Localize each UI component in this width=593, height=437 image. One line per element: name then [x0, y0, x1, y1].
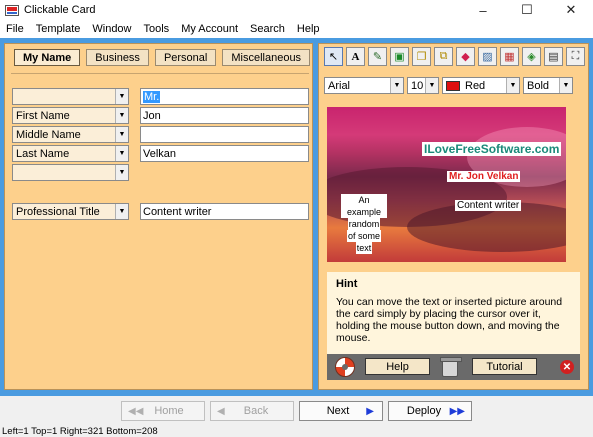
chevron-down-icon[interactable]: ▼	[425, 78, 438, 93]
frame-icon[interactable]: ▤	[544, 47, 563, 66]
field-label-select[interactable]: Middle Name ▼	[12, 126, 129, 143]
hint-box: Hint You can move the text or inserted p…	[327, 272, 580, 354]
app-icon	[5, 4, 19, 16]
field-row-professional-title: Professional Title ▼ Content writer	[12, 203, 309, 220]
tab-business[interactable]: Business	[86, 49, 149, 66]
card-preview[interactable]: ILoveFreeSoftware.com Mr. Jon Velkan Con…	[327, 107, 566, 262]
lifebuoy-icon[interactable]	[335, 357, 355, 377]
field-label-select[interactable]: First Name ▼	[12, 107, 129, 124]
double-left-arrow-icon: ◀◀	[128, 405, 144, 417]
hint-title: Hint	[336, 278, 358, 290]
tab-personal[interactable]: Personal	[154, 49, 217, 66]
chevron-down-icon[interactable]: ▼	[115, 165, 128, 180]
card-panel: ↖ A ✎ ▣ ❐ ⧉ ◆ ▨ ▦ ◈ ▤ ⛶ Arial ▼ 10 ▼ Red…	[318, 43, 589, 390]
menu-search[interactable]: Search	[244, 23, 291, 35]
card-example-text[interactable]: An example random of some text	[341, 194, 387, 254]
maximize-button[interactable]: ☐	[505, 0, 549, 20]
chevron-down-icon[interactable]: ▼	[506, 78, 519, 93]
chevron-down-icon[interactable]: ▼	[115, 89, 128, 104]
color-swatch	[446, 80, 460, 91]
field-label-select[interactable]: ▼	[12, 164, 129, 181]
double-right-arrow-icon: ▶▶	[449, 405, 465, 417]
picture-icon[interactable]: ▨	[478, 47, 497, 66]
font-size-select[interactable]: 10 ▼	[407, 77, 439, 94]
category-tabs: My Name Business Personal Miscellaneous	[14, 49, 311, 66]
close-button[interactable]: ✕	[549, 0, 593, 20]
field-label-select[interactable]: Professional Title ▼	[12, 203, 129, 220]
color-grid-icon[interactable]: ▦	[500, 47, 519, 66]
menu-template[interactable]: Template	[30, 23, 87, 35]
divider	[11, 73, 309, 74]
field-row-last-name: Last Name ▼ Velkan	[12, 145, 309, 162]
home-button[interactable]: ◀◀ Home	[121, 401, 205, 421]
tutorial-button[interactable]: Tutorial	[472, 358, 537, 375]
field-row-middle-name: Middle Name ▼	[12, 126, 309, 143]
edit-toolbar: ↖ A ✎ ▣ ❐ ⧉ ◆ ▨ ▦ ◈ ▤ ⛶	[324, 47, 585, 66]
menu-tools[interactable]: Tools	[138, 23, 176, 35]
last-name-input[interactable]: Velkan	[140, 145, 309, 162]
field-row-title: ▼ Mr.	[12, 88, 309, 105]
card-website-text[interactable]: ILoveFreeSoftware.com	[422, 142, 562, 156]
title-bar: Clickable Card – ☐ ✕	[0, 0, 593, 20]
menu-window[interactable]: Window	[86, 23, 137, 35]
wizard-nav: ◀◀ Home ◀ Back Next ▶ Deploy ▶▶	[0, 396, 593, 426]
chevron-down-icon[interactable]: ▼	[115, 127, 128, 142]
card-name-text[interactable]: Mr. Jon Velkan	[447, 171, 521, 182]
font-family-select[interactable]: Arial ▼	[324, 77, 404, 94]
chevron-down-icon[interactable]: ▼	[115, 108, 128, 123]
window-title: Clickable Card	[24, 4, 96, 16]
chevron-down-icon[interactable]: ▼	[115, 204, 128, 219]
hint-bottom-bar: Help Tutorial ✕	[327, 354, 580, 380]
edit-icon[interactable]: ✎	[368, 47, 387, 66]
expand-icon[interactable]: ⛶	[566, 47, 585, 66]
window-controls: – ☐ ✕	[461, 0, 593, 20]
field-row-first-name: First Name ▼ Jon	[12, 107, 309, 124]
minimize-button[interactable]: –	[461, 0, 505, 20]
text-icon[interactable]: A	[346, 47, 365, 66]
status-bar: Left=1 Top=1 Right=321 Bottom=208	[0, 426, 593, 437]
layers-icon[interactable]: ▣	[390, 47, 409, 66]
tab-miscellaneous[interactable]: Miscellaneous	[222, 49, 311, 66]
paste-icon[interactable]: ⧉	[434, 47, 453, 66]
right-arrow-icon: ▶	[366, 405, 374, 417]
chevron-down-icon[interactable]: ▼	[115, 146, 128, 161]
help-button[interactable]: Help	[365, 358, 430, 375]
pointer-icon[interactable]: ↖	[324, 47, 343, 66]
field-row-extra: ▼	[12, 164, 129, 181]
first-name-input[interactable]: Jon	[140, 107, 309, 124]
close-icon[interactable]: ✕	[560, 360, 574, 374]
fill-icon[interactable]: ◈	[522, 47, 541, 66]
trash-icon[interactable]	[440, 357, 462, 377]
hint-body: You can move the text or inserted pictur…	[336, 296, 563, 344]
field-label-select[interactable]: ▼	[12, 88, 129, 105]
field-label-select[interactable]: Last Name ▼	[12, 145, 129, 162]
copy-icon[interactable]: ❐	[412, 47, 431, 66]
details-panel: My Name Business Personal Miscellaneous …	[4, 43, 313, 390]
left-arrow-icon: ◀	[217, 405, 225, 417]
font-color-select[interactable]: Red ▼	[442, 77, 520, 94]
chevron-down-icon[interactable]: ▼	[390, 78, 403, 93]
tab-my-name[interactable]: My Name	[14, 49, 81, 66]
next-button[interactable]: Next ▶	[299, 401, 383, 421]
font-weight-select[interactable]: Bold ▼	[523, 77, 573, 94]
menu-help[interactable]: Help	[291, 23, 326, 35]
deploy-button[interactable]: Deploy ▶▶	[388, 401, 472, 421]
card-title-text[interactable]: Content writer	[455, 200, 522, 211]
title-input[interactable]: Mr.	[140, 88, 309, 105]
middle-name-input[interactable]	[140, 126, 309, 143]
menu-my-account[interactable]: My Account	[175, 23, 244, 35]
back-button[interactable]: ◀ Back	[210, 401, 294, 421]
eraser-icon[interactable]: ◆	[456, 47, 475, 66]
chevron-down-icon[interactable]: ▼	[559, 78, 572, 93]
menu-file[interactable]: File	[0, 23, 30, 35]
professional-title-input[interactable]: Content writer	[140, 203, 309, 220]
menu-bar: File Template Window Tools My Account Se…	[0, 20, 593, 38]
